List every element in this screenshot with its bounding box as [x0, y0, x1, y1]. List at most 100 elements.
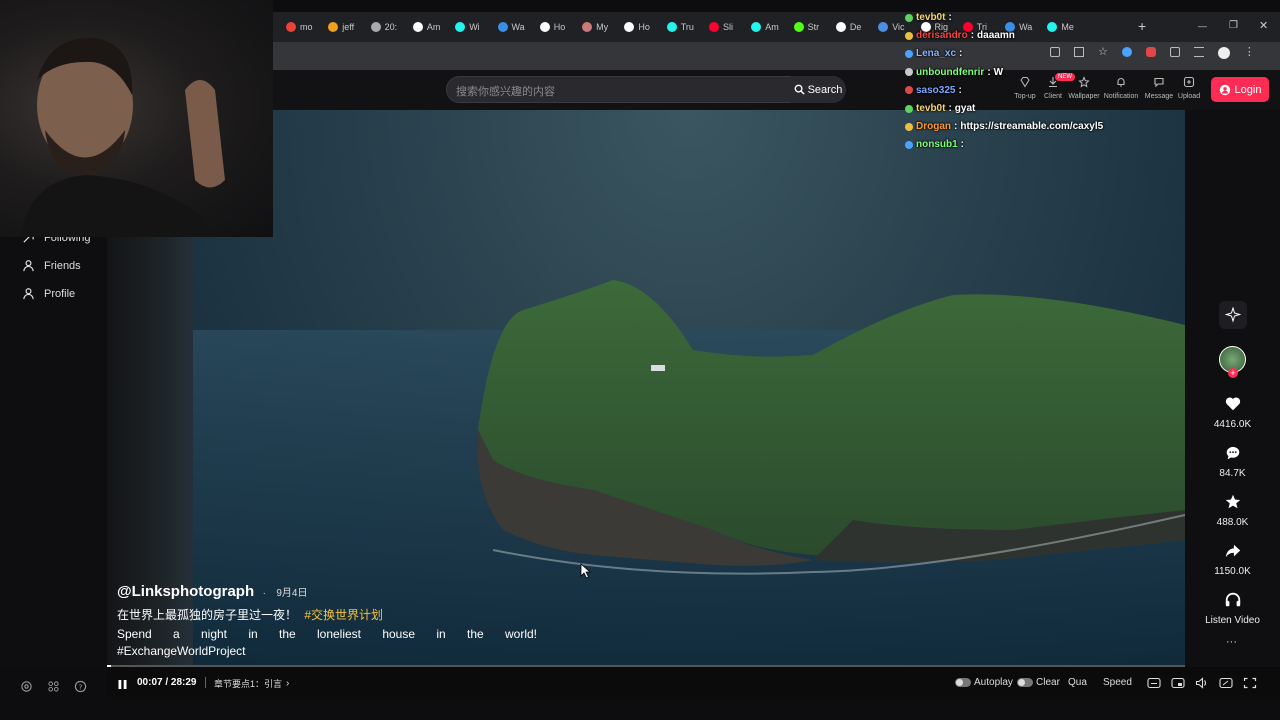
browser-tab[interactable]: My [582, 16, 620, 38]
profile-icon [23, 288, 34, 300]
author-handle[interactable]: @Linksphotograph [117, 583, 254, 600]
chat-separator: : [960, 139, 965, 151]
search-button[interactable]: Search [790, 76, 846, 103]
autoplay-toggle[interactable]: Autoplay [955, 677, 1013, 688]
sidebar-item-label: Profile [44, 287, 76, 300]
chat-separator: : [970, 30, 975, 42]
minimize-button[interactable]: — [1198, 21, 1207, 31]
close-window-button[interactable]: ✕ [1259, 19, 1268, 32]
user-icon [1219, 84, 1230, 95]
heart-icon [1225, 397, 1240, 411]
chat-separator: : [948, 12, 952, 23]
tab-label: Vic [892, 22, 905, 32]
caption-hashtag-en[interactable]: #ExchangeWorldProject [117, 644, 537, 658]
tab-label: Ho [638, 22, 650, 32]
login-button[interactable]: Login [1211, 77, 1269, 102]
browser-tab[interactable]: Am [751, 16, 789, 38]
avatar[interactable] [1217, 47, 1230, 59]
chat-username: saso325 [916, 84, 956, 96]
chat-badge-icon [905, 13, 913, 22]
browser-tab[interactable]: 20: [370, 16, 409, 38]
chat-separator: : [958, 84, 962, 96]
nav-upload[interactable]: Upload [1172, 76, 1206, 100]
extension-red-icon[interactable] [1145, 47, 1156, 57]
ai-assistant-button[interactable] [1219, 301, 1247, 329]
chat-message: tevb0t: [905, 12, 955, 23]
puzzle-icon[interactable] [1169, 47, 1180, 57]
tab-label: Wi [469, 22, 480, 32]
share-button[interactable]: 1150.0K [1205, 542, 1260, 577]
volume-icon[interactable] [1195, 677, 1209, 689]
favorite-button[interactable]: 488.0K [1205, 493, 1260, 528]
tab-favicon-icon [539, 22, 550, 32]
toggle-switch[interactable] [955, 678, 971, 687]
chat-text: gyat [954, 103, 976, 114]
search-icon [794, 84, 805, 95]
apps-icon[interactable] [47, 680, 60, 693]
chat-message: nonsub1: [905, 139, 967, 150]
more-button[interactable]: ··· [1226, 636, 1237, 648]
browser-tab[interactable]: mo [286, 16, 324, 38]
clear-toggle[interactable]: Clear [1017, 677, 1060, 688]
playback-time: 00:07 / 28:29 [137, 677, 197, 688]
browser-tab[interactable]: Am [412, 16, 451, 38]
fullscreen-icon[interactable] [1243, 677, 1257, 689]
chat-username: tevb0t [916, 12, 946, 23]
toggle-switch[interactable] [1017, 678, 1033, 687]
comment-count: 84.7K [1219, 468, 1246, 479]
help-icon[interactable]: ? [74, 680, 87, 693]
chat-separator: : [954, 121, 958, 133]
like-button[interactable]: 4416.0K [1205, 395, 1260, 430]
tab-favicon-icon [666, 22, 677, 32]
sidebar-item-friends[interactable]: Friends [22, 259, 81, 272]
sidebar-item-profile[interactable]: Profile [22, 287, 75, 300]
headphones-icon [1225, 592, 1240, 607]
chat-separator: : [959, 48, 963, 60]
speed-button[interactable]: Speed [1103, 677, 1132, 688]
quality-button[interactable]: Qua [1068, 677, 1087, 688]
miniplayer-icon[interactable] [1171, 677, 1185, 689]
maximize-button[interactable]: ❐ [1229, 20, 1238, 31]
nav-message[interactable]: Message [1142, 76, 1176, 100]
chat-message: saso325: [905, 85, 965, 96]
subtitle-icon[interactable] [1147, 677, 1161, 689]
listen-video-button[interactable]: Listen Video [1205, 591, 1260, 626]
browser-tab[interactable]: Tru [666, 16, 705, 38]
chat-message: unboundfenrir: W [905, 67, 1003, 78]
tab-label: Am [765, 22, 779, 32]
tab-favicon-icon [455, 22, 466, 32]
tab-favicon-icon [709, 22, 719, 32]
menu-icon[interactable] [1193, 47, 1204, 57]
share-count: 1150.0K [1214, 566, 1251, 577]
video-caption: @Linksphotograph · 9月4日 在世界上最孤独的房子里过一夜！ … [117, 583, 537, 658]
browser-tab[interactable]: jeff [328, 16, 366, 38]
chat-text: W [993, 66, 1004, 78]
settings-icon[interactable] [20, 680, 33, 693]
browser-tab[interactable]: Ho [539, 16, 578, 38]
browser-tab[interactable]: Wa [497, 16, 536, 38]
hashtag-link[interactable]: #交换世界计划 [304, 608, 383, 622]
comment-button[interactable]: 84.7K [1205, 444, 1260, 479]
chat-separator: : [948, 103, 952, 114]
pip-icon[interactable] [1219, 677, 1233, 689]
browser-tab[interactable]: De [835, 16, 874, 38]
share-icon [1225, 544, 1240, 558]
chat-badge-icon [905, 104, 913, 113]
post-date: 9月4日 [276, 588, 308, 599]
follow-plus-button[interactable]: + [1228, 368, 1238, 378]
tab-label: 20: [384, 22, 398, 32]
more-options-icon[interactable]: ⋮ [1244, 47, 1255, 59]
listen-label: Listen Video [1205, 615, 1260, 626]
chapter-button[interactable]: 章节要点1：引言 › [214, 677, 289, 690]
pause-button[interactable] [117, 677, 128, 695]
browser-tab[interactable]: Ho [624, 16, 662, 38]
new-tab-button[interactable]: + [1138, 18, 1146, 34]
browser-tab[interactable]: Sli [709, 16, 747, 38]
chat-badge-icon [905, 31, 913, 40]
browser-tab[interactable]: Wi [455, 16, 493, 38]
browser-tab[interactable]: Str [793, 16, 832, 38]
login-label: Login [1234, 83, 1262, 96]
ai-icon [1225, 307, 1241, 323]
tab-favicon-icon [624, 22, 635, 32]
caption-english: Spend a night in the loneliest house in … [117, 627, 537, 641]
